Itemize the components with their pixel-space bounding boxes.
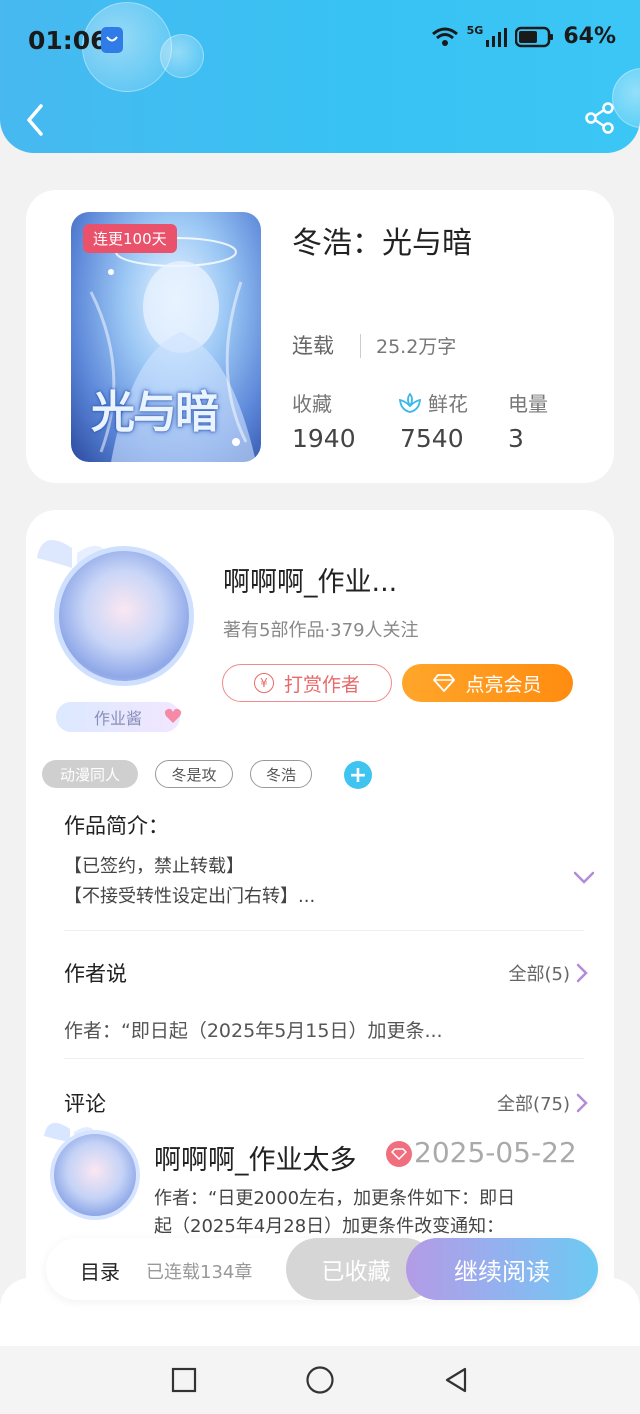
- tip-author-label: 打赏作者: [283, 673, 360, 696]
- book-cover[interactable]: 连更100天 光与暗: [71, 212, 261, 462]
- share-button[interactable]: [582, 100, 618, 136]
- intro-line: 【不接受转性设定出门右转】...: [64, 886, 316, 907]
- divider: [64, 930, 584, 931]
- signal-icon: [486, 27, 508, 47]
- status-time: 01:06: [28, 26, 108, 55]
- divider: [360, 334, 361, 358]
- comment-date: 2025-05-22: [414, 1136, 577, 1169]
- recents-button[interactable]: [166, 1362, 202, 1398]
- network-type: 5G: [466, 24, 484, 37]
- comment-text-line: 作者：“日更2000左右，加更条件如下：即日: [154, 1188, 516, 1209]
- share-icon: [585, 102, 614, 134]
- bottom-action-bar: 目录 已连载134章 已收藏 继续阅读: [46, 1238, 598, 1300]
- flower-icon: [398, 392, 422, 413]
- book-title: 冬浩：光与暗: [292, 226, 472, 261]
- vip-button[interactable]: 点亮会员: [402, 664, 573, 702]
- tag-item[interactable]: 冬浩: [250, 760, 312, 788]
- author-says-title: 作者说: [64, 962, 127, 986]
- header-banner: 01:06 5G 64%: [0, 0, 640, 153]
- square-icon: [171, 1367, 197, 1393]
- author-avatar-tag: 作业酱: [56, 702, 180, 732]
- tag-category[interactable]: 动漫同人: [42, 760, 138, 788]
- author-says-all-link[interactable]: 全部(5): [509, 960, 589, 986]
- book-word-count: 25.2万字: [376, 336, 457, 358]
- chevron-right-icon: [576, 1093, 588, 1113]
- author-says-all-label: 全部(5): [508, 964, 571, 985]
- book-info-card: 连更100天 光与暗 冬浩：光与暗 连载 25.2万字 收藏 1940 鲜花 7…: [26, 190, 614, 483]
- toc-button[interactable]: 目录 已连载134章: [46, 1238, 286, 1300]
- comment-avatar[interactable]: [50, 1130, 140, 1220]
- decorative-bubble: [160, 34, 204, 78]
- plus-icon: +: [348, 762, 368, 788]
- back-nav-button[interactable]: [438, 1362, 474, 1398]
- comment-user-name[interactable]: 啊啊啊_作业太多: [154, 1138, 357, 1177]
- stat-label-power: 电量: [508, 392, 548, 416]
- add-tag-button[interactable]: +: [344, 761, 372, 789]
- stat-value-favorites: 1940: [292, 424, 356, 453]
- vip-label: 点亮会员: [465, 673, 542, 696]
- author-avatar[interactable]: [54, 546, 194, 686]
- author-meta: 著有5部作品·379人关注: [223, 620, 419, 641]
- stat-label-flowers: 鲜花: [428, 392, 468, 416]
- book-status: 连载: [292, 334, 334, 358]
- stat-flowers[interactable]: 鲜花: [398, 388, 468, 417]
- author-name[interactable]: 啊啊啊_作业...: [223, 560, 397, 599]
- circle-icon: [306, 1366, 334, 1394]
- divider: [64, 1058, 584, 1059]
- stat-label-favorites: 收藏: [292, 392, 332, 416]
- system-nav-bar: [0, 1346, 640, 1414]
- home-button[interactable]: [302, 1362, 338, 1398]
- continue-reading-button[interactable]: 继续阅读: [406, 1238, 598, 1300]
- diamond-badge-icon: [386, 1141, 412, 1167]
- battery-percent: 64%: [563, 24, 616, 49]
- detail-card: 作业酱 啊啊啊_作业... 著有5部作品·379人关注 ¥ 打赏作者 点亮会员 …: [26, 510, 614, 1310]
- chevron-down-icon[interactable]: [572, 870, 596, 886]
- tag-item[interactable]: 冬是攻: [155, 760, 233, 788]
- author-says-preview[interactable]: 作者：“即日起（2025年5月15日）加更条...: [64, 1016, 443, 1043]
- heart-icon: [164, 708, 182, 723]
- stat-value-flowers: 7540: [400, 424, 464, 453]
- stat-value-power: 3: [508, 424, 524, 453]
- yen-coin-icon: ¥: [253, 673, 274, 693]
- comment-text-line: 起（2025年4月28日）加更条件改变通知：: [154, 1216, 505, 1237]
- chapter-count: 已连载134章: [146, 1262, 253, 1283]
- status-indicators: 5G 64%: [431, 24, 616, 49]
- triangle-back-icon: [445, 1367, 467, 1393]
- cover-title-art: 光与暗: [91, 387, 219, 438]
- wifi-icon: [431, 27, 458, 46]
- tip-author-button[interactable]: ¥ 打赏作者: [222, 664, 392, 702]
- cover-badge: 连更100天: [83, 224, 177, 253]
- app-notification-icon: [101, 27, 123, 53]
- intro-title: 作品简介：: [64, 814, 169, 838]
- comments-all-label: 全部(75): [497, 1094, 570, 1115]
- diamond-icon: [433, 674, 456, 692]
- intro-line: 【已签约，禁止转载】: [64, 856, 244, 877]
- toc-label: 目录: [80, 1260, 120, 1284]
- chevron-left-icon: [27, 104, 43, 136]
- back-button[interactable]: [20, 100, 50, 140]
- battery-icon: [515, 26, 554, 47]
- comments-all-link[interactable]: 全部(75): [497, 1090, 588, 1116]
- chevron-right-icon: [576, 963, 588, 983]
